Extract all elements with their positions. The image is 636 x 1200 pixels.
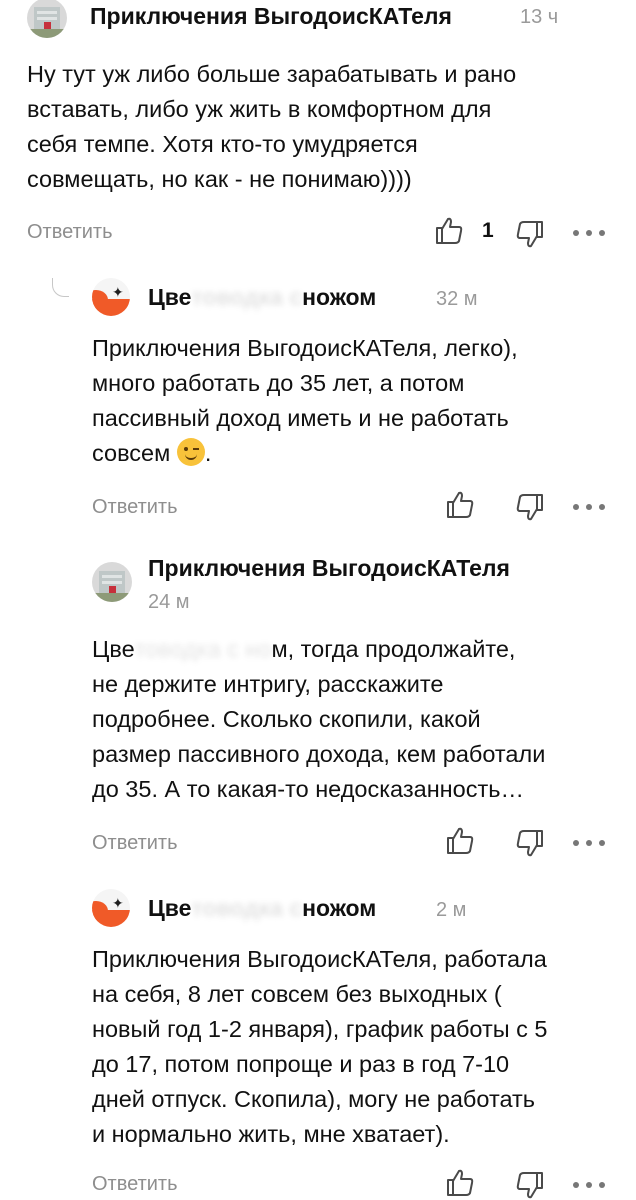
author-name[interactable]: Приключения ВыгодоисКАТеля [90, 2, 452, 30]
author-name-start: Цве [148, 284, 192, 310]
more-dots-icon[interactable] [572, 839, 606, 847]
winking-face-icon [176, 438, 205, 466]
more-dots-icon[interactable] [572, 503, 606, 511]
comment-text-line: до 17, потом попроще и раз в год 7-10 [92, 1051, 510, 1077]
comment-mention-start: Цве [92, 636, 135, 662]
comment-text-line: пассивный доход иметь и не работать [92, 405, 509, 431]
author-avatar[interactable]: ✦ [92, 278, 130, 316]
comment-text: Приключения ВыгодоисКАТеля, работала на … [92, 942, 548, 1152]
comment-time: 24 м [148, 591, 190, 613]
author-name-end: ножом [302, 895, 377, 921]
author-avatar[interactable] [27, 0, 67, 38]
comment-text: Ну тут уж либо больше зарабатывать и ран… [27, 57, 516, 197]
thumbs-down-icon[interactable] [516, 828, 544, 858]
comment-text: Приключения ВыгодоисКАТеля, легко), мног… [92, 331, 518, 471]
comment-text-line: на себя, 8 лет совсем без выходных ( [92, 981, 502, 1007]
thumbs-up-icon[interactable] [446, 490, 474, 520]
author-name[interactable]: Цветоводка сножом [148, 283, 376, 311]
author-name-end: ножом [302, 284, 377, 310]
more-dots-icon[interactable] [572, 1181, 606, 1189]
comment-text-line: Ну тут уж либо больше зарабатывать и ран… [27, 61, 517, 87]
comment-time: 13 ч [520, 6, 559, 28]
avatar-ground-shape [92, 593, 132, 602]
comment-text-line: совсем . [92, 436, 518, 471]
thumbs-up-icon[interactable] [446, 826, 474, 856]
author-name-redacted: товодка с [191, 284, 303, 310]
author-name[interactable]: Цветоводка с ножом [148, 894, 376, 922]
comment-text-line: вставать, либо уж жить в комфортном для [27, 96, 492, 122]
reply-button[interactable]: Ответить [92, 1172, 178, 1196]
sparkle-icon: ✦ [112, 896, 124, 912]
comment-text-line: новый год 1-2 января), график работы с 5 [92, 1016, 548, 1042]
wink-eye-shape [192, 448, 199, 450]
comment-text-line: много работать до 35 лет, а потом [92, 370, 465, 396]
author-avatar[interactable] [92, 562, 132, 602]
comment-text-line: Приключения ВыгодоисКАТеля, работала [92, 946, 547, 972]
comment-text-line: и нормально жить, мне хватает). [92, 1121, 450, 1147]
author-avatar[interactable]: ✦ [92, 889, 130, 927]
comment-text-line-rest: м, тогда продолжайте, [271, 636, 516, 662]
comment-text-line: совмещать, но как - не понимаю)))) [27, 166, 412, 192]
thumbs-up-icon[interactable] [446, 1168, 474, 1198]
comment-time: 32 м [436, 288, 478, 310]
thumbs-down-icon[interactable] [516, 219, 544, 249]
comment-text-line: себя темпе. Хотя кто-то умудряется [27, 131, 418, 157]
author-name-redacted: товодка с [191, 895, 303, 921]
more-dots-icon[interactable] [572, 229, 606, 237]
comment-text-line: Цветоводка с ном, тогда продолжайте, [92, 632, 545, 667]
like-count: 1 [482, 219, 494, 242]
author-name-start: Цве [148, 895, 192, 921]
thumbs-down-icon[interactable] [516, 1170, 544, 1200]
comment-text-line: подробнее. Сколько скопили, какой [92, 706, 481, 732]
thumbs-up-icon[interactable] [435, 216, 463, 246]
reply-button[interactable]: Ответить [92, 495, 178, 519]
avatar-ground-shape [27, 29, 67, 38]
comment-text-line: дней отпуск. Скопила), могу не работать [92, 1086, 536, 1112]
comment-text-line: до 35. А то какая-то недосказанность… [92, 776, 524, 802]
comment-text-line: размер пассивного дохода, кем работали [92, 741, 546, 767]
comment-text-tail: . [204, 440, 212, 466]
comment-mention-redacted: товодка с но [134, 636, 272, 662]
comment-text-line: не держите интригу, расскажите [92, 671, 444, 697]
sparkle-icon: ✦ [112, 285, 124, 301]
comment-text: Цветоводка с ном, тогда продолжайте, не … [92, 632, 545, 807]
comment-text-line-end: совсем [92, 440, 171, 466]
author-name[interactable]: Приключения ВыгодоисКАТеля [148, 554, 510, 582]
comment-time: 2 м [436, 899, 467, 921]
reply-button[interactable]: Ответить [27, 220, 113, 244]
thumbs-down-icon[interactable] [516, 492, 544, 522]
comment-text-line: Приключения ВыгодоисКАТеля, легко), [92, 335, 518, 361]
reply-button[interactable]: Ответить [92, 831, 178, 855]
thread-connector-line [52, 278, 69, 297]
